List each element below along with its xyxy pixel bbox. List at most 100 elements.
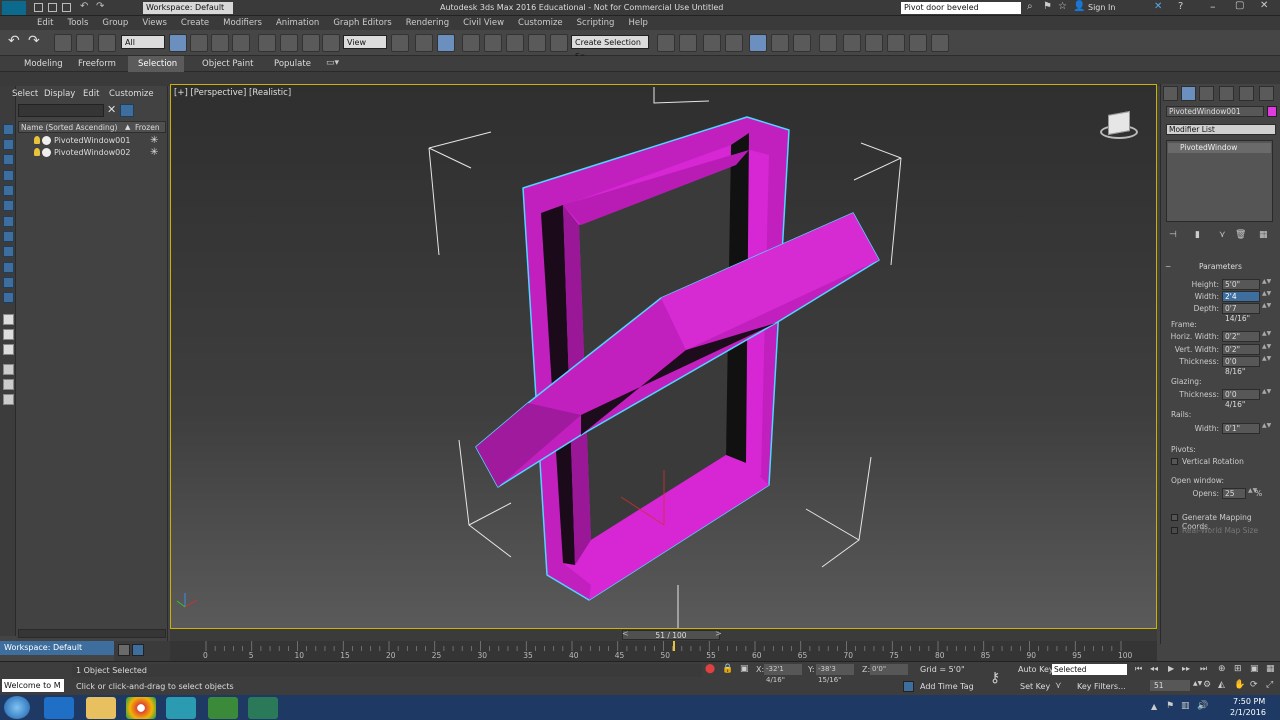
snaps-toggle-icon[interactable] [462,34,480,52]
recorder-icon[interactable] [248,697,278,719]
spinner-snap-icon[interactable] [528,34,546,52]
current-frame-marker[interactable] [672,641,675,651]
next-key-icon[interactable]: ▸▸ [1182,664,1190,673]
hierarchy-tab-icon[interactable] [1199,86,1214,101]
undo-icon[interactable]: ↶ [8,33,20,49]
named-selection-dropdown[interactable]: Create Selection Se [571,35,649,61]
angle-snap-icon[interactable] [484,34,502,52]
rails-width-input[interactable]: 0'1" [1222,423,1260,434]
camtasia-icon[interactable] [208,697,238,719]
zoom-extents-all-icon[interactable]: ▦ [1266,664,1275,674]
perspective-viewport[interactable]: [+] [Perspective] [Realistic] [170,84,1157,629]
find-icon[interactable] [3,379,14,390]
toggle-ribbon-icon[interactable] [725,34,743,52]
reference-coordinate-dropdown[interactable]: View [343,35,387,49]
bind-space-warp-icon[interactable] [98,34,116,52]
key-filter-icon[interactable]: ⋎ [1055,681,1062,691]
open-file-icon[interactable] [48,3,57,12]
edit-named-selection-icon[interactable] [550,34,568,52]
pivot-center-icon[interactable] [391,34,409,52]
menu-edit[interactable]: Edit [30,16,60,30]
select-object-icon[interactable] [169,34,187,52]
rectangular-selection-icon[interactable] [211,34,229,52]
render-in-cloud-icon[interactable] [931,34,949,52]
pin-stack-icon[interactable]: ⊣ [1169,230,1177,240]
3ds-max-icon[interactable] [166,697,196,719]
maximize-viewport-icon[interactable]: ⤢ [1266,680,1273,690]
maxscript-listener-input[interactable]: Welcome to M [2,679,64,692]
current-frame-field[interactable]: 51 [1150,680,1190,691]
layer-manager-icon[interactable] [118,644,130,656]
start-button-icon[interactable] [4,696,30,719]
motion-tab-icon[interactable] [1219,86,1234,101]
chrome-icon[interactable] [126,697,156,719]
select-all-icon[interactable] [3,124,14,135]
unlink-icon[interactable] [76,34,94,52]
zoom-extents-icon[interactable]: ▣ [1250,664,1259,674]
new-file-icon[interactable] [34,3,43,12]
select-none-icon[interactable] [3,139,14,150]
lightbulb-icon[interactable] [34,136,40,144]
scene-explorer-icon[interactable] [749,34,767,52]
absolute-mode-icon[interactable]: ▣ [740,664,749,674]
display-shapes-icon[interactable] [3,185,14,196]
help-icon[interactable]: ? [1178,1,1183,12]
display-bones-icon[interactable] [3,292,14,303]
search-icon[interactable]: ⌕ [1027,1,1033,12]
workspace-label[interactable]: Workspace: Default [0,641,114,655]
modifier-stack-item[interactable]: PivotedWindow [1168,143,1271,153]
toggle-layer-explorer-icon[interactable] [703,34,721,52]
display-space-warps-icon[interactable] [3,246,14,257]
place-icon[interactable] [322,34,340,52]
depth-input[interactable]: 0'7 14/16" [1222,303,1260,323]
menu-views[interactable]: Views [135,16,174,30]
select-by-name-icon[interactable] [190,34,208,52]
menu-group[interactable]: Group [95,16,135,30]
configure-sets-icon[interactable]: ▦ [1259,230,1268,240]
display-all-icon[interactable] [3,314,14,325]
key-mode-dropdown[interactable]: Selected [1052,664,1127,675]
orbit-icon[interactable]: ⟳ [1250,680,1258,690]
percent-snap-icon[interactable] [506,34,524,52]
freeze-icon[interactable]: ✳ [150,135,158,146]
time-slider[interactable]: 51 / 100 [622,630,720,640]
auto-key-button[interactable]: Auto Key [1018,665,1054,674]
select-invert-icon[interactable] [3,154,14,165]
add-time-tag-button[interactable]: Add Time Tag [920,682,974,691]
menu-animation[interactable]: Animation [269,16,326,30]
render-setup-icon[interactable] [843,34,861,52]
menu-help[interactable]: Help [621,16,654,30]
internet-explorer-icon[interactable] [44,697,74,719]
clear-search-icon[interactable]: ✕ [107,103,116,116]
play-icon[interactable]: ▶ [1168,664,1174,673]
lightbulb-icon[interactable] [34,148,40,156]
zoom-icon[interactable]: ⊕ [1218,664,1226,674]
column-frozen-header[interactable]: Frozen [135,123,160,132]
frame-spinner[interactable]: ▲▼ [1193,680,1202,687]
menu-scripting[interactable]: Scripting [570,16,622,30]
track-bar[interactable]: 0 5 10 15 20 25 30 35 40 45 50 55 60 65 70 75 80 85 90 95 10… [170,641,1157,661]
explorer-menu-display[interactable]: Display [44,89,75,99]
select-rotate-icon[interactable] [280,34,298,52]
x-coord-field[interactable]: -32'1 4/16" [764,664,802,684]
key-icon[interactable]: ⚷ [990,670,1000,686]
utilities-tab-icon[interactable] [1259,86,1274,101]
display-geometry-icon[interactable] [3,170,14,181]
menu-tools[interactable]: Tools [60,16,95,30]
render-iterative-icon[interactable] [909,34,927,52]
menu-customize[interactable]: Customize [511,16,570,30]
select-move-icon[interactable] [258,34,276,52]
vert-width-spinner[interactable]: ▲▼ [1262,344,1271,354]
layer-toggle-icon[interactable] [132,644,144,656]
previous-key-icon[interactable]: ◂◂ [1150,664,1158,673]
previous-frame-icon[interactable]: < [622,629,629,638]
frame-thickness-spinner[interactable]: ▲▼ [1262,356,1271,366]
tab-modeling[interactable]: Modeling [14,56,73,72]
explorer-menu-edit[interactable]: Edit [83,89,99,99]
tab-freeform[interactable]: Freeform [68,56,126,72]
volume-icon[interactable]: 🔊 [1197,701,1208,711]
set-key-button[interactable]: Set Key [1020,682,1050,691]
explorer-menu-customize[interactable]: Customize [109,89,154,99]
go-to-end-icon[interactable]: ⏭ [1200,664,1207,674]
object-color-swatch[interactable] [1267,106,1277,117]
